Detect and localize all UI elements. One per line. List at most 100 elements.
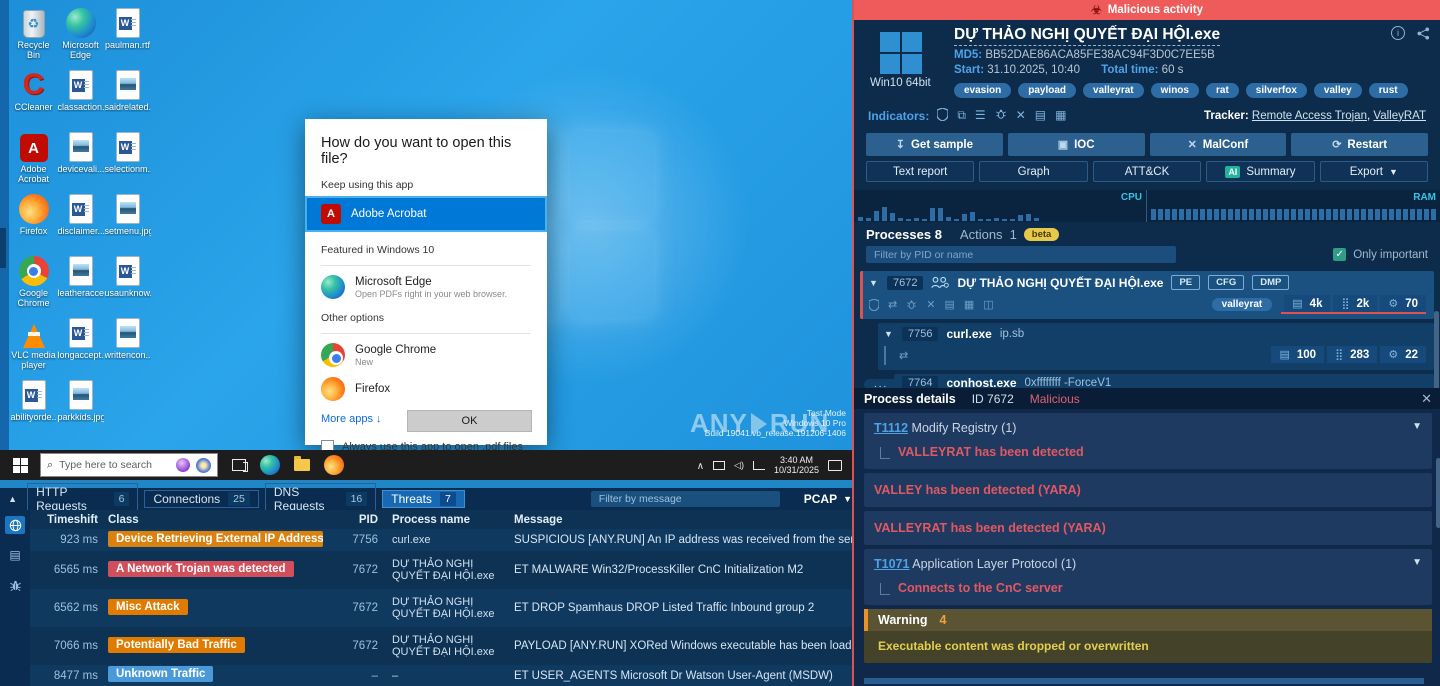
desktop-icon-file[interactable]: usaunknow... xyxy=(104,252,151,314)
app-option-adobe-acrobat[interactable]: A Adobe Acrobat xyxy=(305,196,547,232)
modules-count[interactable]: ⣿283 xyxy=(1327,346,1377,363)
desktop-icon-file[interactable]: longaccept... xyxy=(57,314,104,376)
files-count[interactable]: ▤4k xyxy=(1284,295,1330,312)
process-row-child[interactable]: ▼ 7756 curl.exe ip.sb ⇄ ▤100 ⣿283 ⚙22 xyxy=(878,323,1434,370)
desktop-icon-file[interactable]: selectionm... xyxy=(104,128,151,190)
threat-row[interactable]: 7066 ms Potentially Bad Traffic 7672 DỰ … xyxy=(30,627,852,665)
sample-filename[interactable]: DỰ THẢO NGHỊ QUYẾT ĐẠI HỘI.exe xyxy=(954,26,1220,46)
bug-indicator-icon[interactable] xyxy=(995,108,1007,123)
desktop-icon-adobe-acrobat[interactable]: AAdobe Acrobat xyxy=(10,128,57,190)
pcap-dropdown[interactable]: PCAP▼ xyxy=(804,492,852,506)
tracker-link-valleyrat[interactable]: ValleyRAT xyxy=(1373,110,1426,122)
desktop-icon-edge[interactable]: Microsoft Edge xyxy=(57,4,104,66)
collapse-caret-icon[interactable]: ▼ xyxy=(884,329,894,339)
desktop-icon-vlc[interactable]: VLC media player xyxy=(10,314,57,376)
desktop-icon-file[interactable]: writtencon... xyxy=(104,314,151,376)
get-sample-button[interactable]: ↧Get sample xyxy=(866,133,1003,156)
action-center-icon[interactable] xyxy=(828,460,842,471)
globe-icon[interactable] xyxy=(5,516,25,534)
tag-valleyrat[interactable]: valleyrat xyxy=(1083,83,1144,98)
desktop-icon-file[interactable]: devicevali... xyxy=(57,128,104,190)
tab-threats[interactable]: Threats7 xyxy=(382,490,465,508)
app-option-firefox[interactable]: Firefox xyxy=(305,372,547,406)
log-file-icon[interactable]: ▤ xyxy=(5,546,25,564)
start-button[interactable] xyxy=(0,450,40,480)
tools-indicator-icon[interactable]: ✕ xyxy=(1016,108,1026,123)
document-indicator-icon[interactable]: ▤ xyxy=(1035,108,1046,123)
tag-rust[interactable]: rust xyxy=(1369,83,1408,98)
desktop-icon-file[interactable]: classaction... xyxy=(57,66,104,128)
technique-row-t1071[interactable]: T1071 Application Layer Protocol (1) ▼ C… xyxy=(864,549,1432,605)
info-icon[interactable]: i xyxy=(1391,26,1405,40)
list-indicator-icon[interactable]: ☰ xyxy=(975,108,986,123)
technique-link[interactable]: T1112 xyxy=(874,421,908,435)
tab-connections[interactable]: Connections25 xyxy=(144,490,258,508)
collapse-caret-icon[interactable]: ▼ xyxy=(869,278,879,288)
tag-rat[interactable]: rat xyxy=(1206,83,1239,98)
app-option-edge[interactable]: Microsoft Edge Open PDFs right in your w… xyxy=(305,270,547,304)
desktop-icon-ccleaner[interactable]: CCCleaner xyxy=(10,66,57,128)
technique-row-t1112[interactable]: T1112 Modify Registry (1) ▼ VALLEYRAT ha… xyxy=(864,413,1432,469)
threat-row[interactable]: 6562 ms Misc Attack 7672 DỰ THẢO NGHỊ QU… xyxy=(30,589,852,627)
desktop-icon-chrome[interactable]: Google Chrome xyxy=(10,252,57,314)
pe-chip[interactable]: PE xyxy=(1171,275,1200,290)
task-view-icon[interactable] xyxy=(232,459,246,471)
desktop-icon-file[interactable]: disclaimer... xyxy=(57,190,104,252)
tag-payload[interactable]: payload xyxy=(1018,83,1076,98)
share-icon[interactable] xyxy=(1417,27,1430,40)
desktop-icon-file[interactable]: parkkids.jpg xyxy=(57,376,104,438)
ai-summary-button[interactable]: AISummary xyxy=(1206,161,1314,182)
yara-row[interactable]: VALLEY has been detected (YARA) xyxy=(864,473,1432,507)
firefox-taskbar-icon[interactable] xyxy=(324,455,344,475)
warning-section[interactable]: Warning 4 Executable content was dropped… xyxy=(864,609,1432,663)
registry-count[interactable]: ⚙22 xyxy=(1380,346,1426,363)
text-report-button[interactable]: Text report xyxy=(866,161,974,182)
collapse-panel-icon[interactable]: ▲ xyxy=(4,494,21,504)
malconf-button[interactable]: ✕MalConf xyxy=(1150,133,1287,156)
ioc-button[interactable]: ▣IOC xyxy=(1008,133,1145,156)
tag-winos[interactable]: winos xyxy=(1151,83,1199,98)
tracker-link-rat[interactable]: Remote Access Trojan xyxy=(1252,110,1367,122)
close-icon[interactable]: ✕ xyxy=(1421,391,1432,407)
export-button[interactable]: Export▼ xyxy=(1320,161,1428,182)
threat-row[interactable]: 6565 ms A Network Trojan was detected 76… xyxy=(30,551,852,589)
copy-indicator-icon[interactable]: ⧉ xyxy=(957,108,966,123)
chevron-down-icon[interactable]: ▼ xyxy=(1412,557,1422,568)
only-important-checkbox[interactable]: ✓ xyxy=(1333,248,1346,261)
desktop-icon-recycle-bin[interactable]: Recycle Bin xyxy=(10,4,57,66)
tab-processes[interactable]: Processes 8 xyxy=(866,227,942,242)
chevron-down-icon[interactable]: ▼ xyxy=(1412,421,1422,432)
desktop-icon-file[interactable]: setmenu.jpg xyxy=(104,190,151,252)
tray-expand-icon[interactable]: ∧ xyxy=(697,461,704,472)
shield-indicator-icon[interactable] xyxy=(937,108,948,123)
valleyrat-tag[interactable]: valleyrat xyxy=(1212,298,1273,311)
desktop-icon-file[interactable]: paulman.rtf xyxy=(104,4,151,66)
threats-bug-icon[interactable] xyxy=(5,576,25,594)
pid-filter-input[interactable]: Filter by PID or name xyxy=(866,246,1176,263)
detection-text[interactable]: Connects to the CnC server xyxy=(898,581,1063,595)
file-explorer-icon[interactable] xyxy=(294,459,310,471)
tag-valley[interactable]: valley xyxy=(1314,83,1362,98)
yara-row[interactable]: VALLEYRAT has been detected (YARA) xyxy=(864,511,1432,545)
desktop-icon-file[interactable]: abilityorde... xyxy=(10,376,57,438)
technique-link[interactable]: T1071 xyxy=(874,557,909,571)
display-icon[interactable] xyxy=(713,461,725,470)
desktop-icon-firefox[interactable]: Firefox xyxy=(10,190,57,252)
details-scrollbar[interactable] xyxy=(1436,458,1440,528)
tag-silverfox[interactable]: silverfox xyxy=(1246,83,1307,98)
qr-indicator-icon[interactable]: ▦ xyxy=(1055,108,1066,123)
restart-button[interactable]: ⟳Restart xyxy=(1291,133,1428,156)
tab-actions[interactable]: Actions 1 beta xyxy=(960,227,1059,242)
taskbar-clock[interactable]: 3:40 AM 10/31/2025 xyxy=(774,455,819,475)
process-row-main[interactable]: ▼ 7672 DỰ THẢO NGHỊ QUYẾT ĐẠI HỘI.exe PE… xyxy=(860,271,1434,319)
cfg-chip[interactable]: CFG xyxy=(1208,275,1244,290)
message-filter-input[interactable]: Filter by message xyxy=(591,491,780,507)
desktop-icon-file[interactable]: leatheracce... xyxy=(57,252,104,314)
modules-count[interactable]: ⣿2k xyxy=(1333,295,1377,312)
speaker-icon[interactable]: ◁) xyxy=(734,460,744,471)
network-icon[interactable] xyxy=(753,461,765,470)
ok-button[interactable]: OK xyxy=(407,410,532,432)
detection-text[interactable]: VALLEYRAT has been detected xyxy=(898,445,1084,459)
threat-row[interactable]: 923 ms Device Retrieving External IP Add… xyxy=(30,529,852,551)
edge-taskbar-icon[interactable] xyxy=(260,455,280,475)
